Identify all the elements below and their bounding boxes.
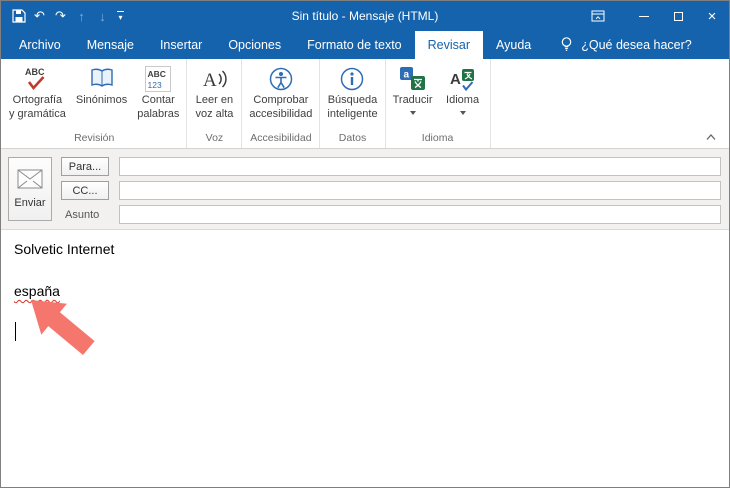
language-dropdown-arrow xyxy=(459,110,466,118)
smart-lookup-label-1: Búsqueda xyxy=(327,94,378,106)
cc-row: CC... xyxy=(61,181,721,200)
svg-text:a: a xyxy=(403,70,409,81)
group-label-revision: Revisión xyxy=(74,132,115,144)
svg-text:ABC: ABC xyxy=(25,67,45,77)
thesaurus-button[interactable]: Sinónimos xyxy=(71,62,132,131)
subject-label: Asunto xyxy=(65,208,100,221)
translate-icon: a xyxy=(399,64,427,94)
maximize-button[interactable] xyxy=(661,1,695,31)
spelling-grammar-button[interactable]: ABC Ortografía y gramática xyxy=(4,62,71,131)
group-accesibilidad: Comprobar accesibilidad Accesibilidad xyxy=(242,59,321,148)
svg-text:ABC: ABC xyxy=(148,69,166,79)
language-icon: A xyxy=(449,64,477,94)
translate-label: Traducir xyxy=(392,94,433,106)
translate-dropdown-arrow xyxy=(409,110,416,118)
spelling-label-2: y gramática xyxy=(9,107,66,120)
lightbulb-icon xyxy=(559,36,574,55)
tab-archivo[interactable]: Archivo xyxy=(6,31,74,59)
subject-input[interactable] xyxy=(119,205,721,224)
word-count-label-1: Contar xyxy=(141,94,175,106)
previous-item-icon: ↑ xyxy=(78,8,85,24)
group-datos: Búsqueda inteligente Datos xyxy=(320,59,386,148)
spelling-label-1: Ortografía xyxy=(12,94,63,106)
read-aloud-button[interactable]: A Leer en voz alta xyxy=(189,62,239,131)
language-label: Idioma xyxy=(446,94,480,106)
minimize-button[interactable] xyxy=(627,1,661,31)
window-controls: × xyxy=(585,1,729,31)
group-label-accesibilidad: Accesibilidad xyxy=(250,132,312,144)
close-button[interactable]: × xyxy=(695,1,729,31)
read-aloud-label-2: voz alta xyxy=(195,107,234,120)
accessibility-icon xyxy=(268,64,294,94)
tab-insertar[interactable]: Insertar xyxy=(147,31,215,59)
cc-button[interactable]: CC... xyxy=(61,181,109,200)
accessibility-label-1: Comprobar xyxy=(253,94,309,106)
customize-qat-chevron: ▾ xyxy=(118,12,123,22)
accessibility-label-2: accesibilidad xyxy=(249,107,313,120)
save-icon[interactable] xyxy=(8,4,29,28)
send-label: Enviar xyxy=(14,197,46,209)
spellcheck-icon: ABC xyxy=(24,64,50,94)
check-accessibility-button[interactable]: Comprobar accesibilidad xyxy=(244,62,317,131)
tab-mensaje[interactable]: Mensaje xyxy=(74,31,147,59)
message-body[interactable]: Solvetic Internet españa xyxy=(1,230,729,487)
group-label-datos: Datos xyxy=(338,132,367,144)
thesaurus-label-1: Sinónimos xyxy=(75,94,128,106)
ribbon: ABC Ortografía y gramática Sinónimos ABC… xyxy=(1,59,729,149)
maximize-icon xyxy=(673,11,683,21)
customize-qat-icon[interactable]: ▾ xyxy=(113,4,128,28)
group-revision: ABC Ortografía y gramática Sinónimos ABC… xyxy=(2,59,188,148)
svg-text:A: A xyxy=(450,71,461,88)
message-header: Enviar Para... CC... Asunto xyxy=(1,149,729,230)
redo-icon[interactable]: ↷ xyxy=(50,4,71,28)
tab-ayuda[interactable]: Ayuda xyxy=(483,31,544,59)
ribbon-tab-bar: Archivo Mensaje Insertar Opciones Format… xyxy=(1,31,729,59)
svg-text:A: A xyxy=(203,70,217,91)
cc-input[interactable] xyxy=(119,181,721,200)
read-aloud-icon: A xyxy=(200,64,228,94)
text-cursor xyxy=(15,322,16,341)
group-voz: A Leer en voz alta Voz xyxy=(187,59,243,148)
translate-button[interactable]: a Traducir xyxy=(388,62,438,131)
body-text-line: Solvetic Internet xyxy=(14,241,115,257)
tab-formato-de-texto[interactable]: Formato de texto xyxy=(294,31,415,59)
smart-lookup-icon xyxy=(339,64,365,94)
to-input[interactable] xyxy=(119,157,721,176)
annotation-arrow xyxy=(31,300,95,355)
tell-me-label: ¿Qué desea hacer? xyxy=(581,38,692,52)
svg-text:123: 123 xyxy=(148,80,162,90)
titlebar: ↶ ↷ ↑ ↓ ▾ Sin título - Mensaje (HTML) × xyxy=(1,1,729,31)
to-button[interactable]: Para... xyxy=(61,157,109,176)
customize-qat-bar xyxy=(117,10,124,12)
ribbon-display-options-button[interactable] xyxy=(585,1,611,31)
smart-lookup-button[interactable]: Búsqueda inteligente xyxy=(322,62,382,131)
to-row: Para... xyxy=(61,157,721,176)
smart-lookup-label-2: inteligente xyxy=(327,107,378,120)
tell-me-box[interactable]: ¿Qué desea hacer? xyxy=(547,31,704,59)
group-label-idioma: Idioma xyxy=(421,132,454,144)
group-label-voz: Voz xyxy=(205,132,224,144)
group-idioma: a Traducir A Idioma Idioma xyxy=(386,59,491,148)
read-aloud-label-1: Leer en xyxy=(195,94,234,106)
tab-revisar[interactable]: Revisar xyxy=(414,31,484,59)
next-item-icon: ↓ xyxy=(99,8,106,24)
undo-icon[interactable]: ↶ xyxy=(29,4,50,28)
word-count-icon: ABC 123 xyxy=(145,64,172,94)
send-button[interactable]: Enviar xyxy=(8,157,52,221)
quick-access-toolbar: ↶ ↷ ↑ ↓ ▾ xyxy=(1,4,128,28)
word-count-label-2: palabras xyxy=(137,107,180,120)
envelope-icon xyxy=(17,169,43,192)
word-count-button[interactable]: ABC 123 Contar palabras xyxy=(132,62,184,131)
outlook-message-window: ↶ ↷ ↑ ↓ ▾ Sin título - Mensaje (HTML) × xyxy=(0,0,730,488)
language-button[interactable]: A Idioma xyxy=(438,62,488,131)
collapse-ribbon-button[interactable] xyxy=(703,131,719,143)
book-icon xyxy=(89,64,115,94)
tab-opciones[interactable]: Opciones xyxy=(215,31,294,59)
minimize-icon xyxy=(639,15,649,17)
subject-row: Asunto xyxy=(61,205,721,224)
